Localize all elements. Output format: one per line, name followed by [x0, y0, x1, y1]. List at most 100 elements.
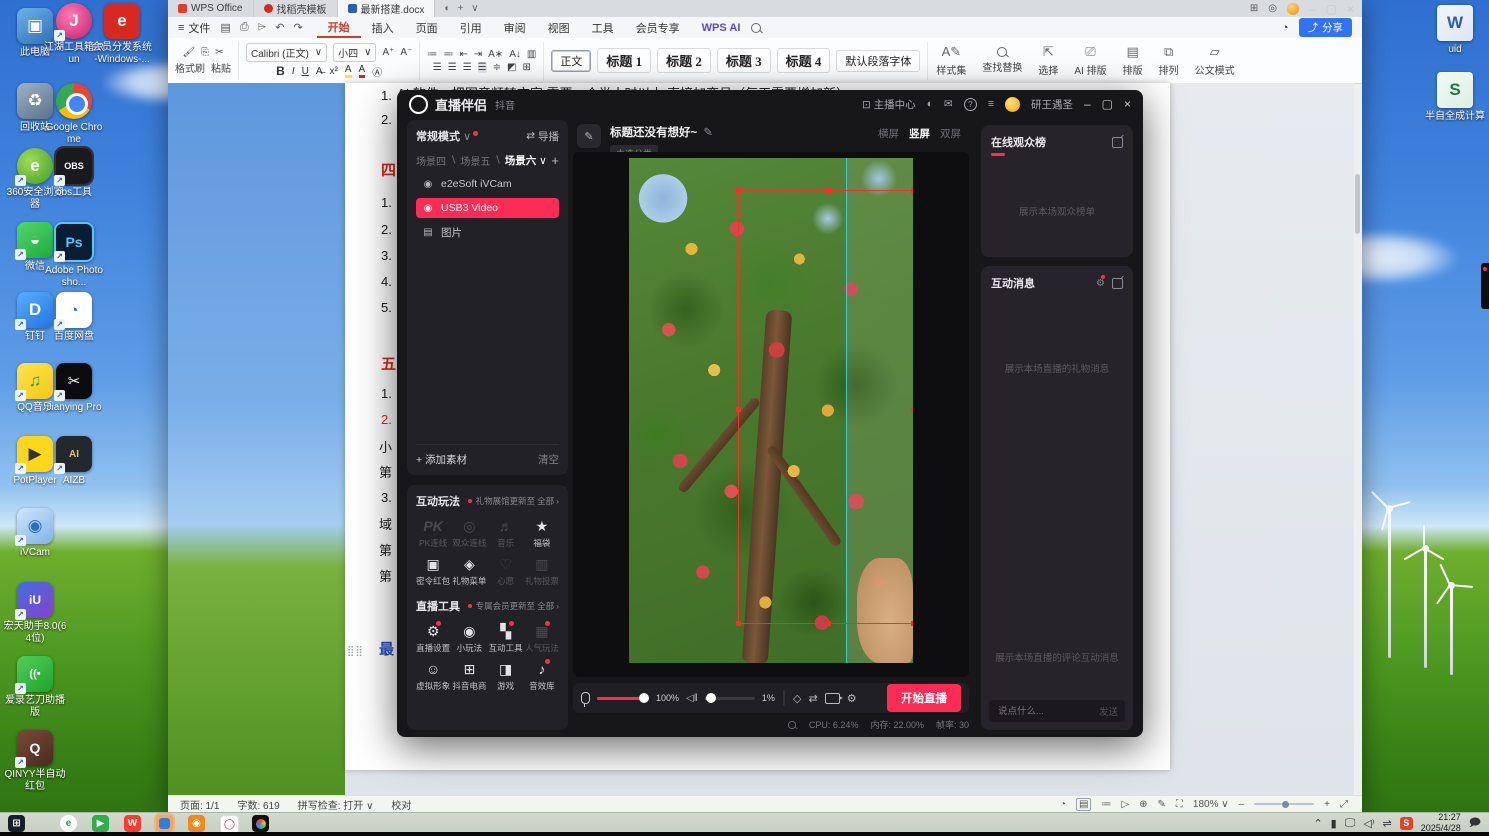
word-count[interactable]: 字数: 619: [237, 797, 279, 812]
tab-dual[interactable]: 双屏: [940, 126, 961, 141]
typeset-tool[interactable]: ▤ 排版: [1115, 44, 1151, 77]
proofread[interactable]: 校对: [391, 797, 411, 812]
beauty-icon[interactable]: ◇: [793, 692, 801, 705]
start-streaming-button[interactable]: 开始直播: [887, 684, 961, 712]
save-icon[interactable]: ▤: [220, 21, 230, 34]
mini-play-item[interactable]: ◉ 小玩法: [452, 623, 486, 654]
tab-list-caret[interactable]: ∨: [471, 3, 478, 14]
ribbon-tab-reference[interactable]: 引用: [449, 19, 493, 37]
border-icon[interactable]: ⊞: [522, 62, 530, 73]
fit-page-icon[interactable]: ⛶: [1176, 799, 1183, 810]
wish-item[interactable]: ♡ 心愿: [489, 556, 523, 587]
spellcheck-status[interactable]: 拼写检查: 打开 ∨: [298, 797, 374, 812]
taskbar-live-companion-focused[interactable]: [156, 815, 173, 832]
style-default-font[interactable]: 默认段落字体: [836, 49, 921, 72]
docked-panel-edge[interactable]: [1481, 263, 1489, 309]
taskbar-wps[interactable]: W: [124, 815, 141, 832]
taskbar-screen-recorder[interactable]: ▶: [92, 815, 109, 832]
settings-gear-icon[interactable]: ⚙: [847, 692, 857, 705]
official-doc-mode[interactable]: ▱ 公文模式: [1187, 44, 1243, 77]
print-icon[interactable]: ⎙: [240, 21, 249, 34]
layout-icon[interactable]: ⊞: [1250, 3, 1258, 14]
align-right-icon[interactable]: ☰: [463, 62, 472, 73]
arrange-tool[interactable]: ⧉ 排列: [1151, 44, 1187, 77]
user-avatar[interactable]: [1004, 96, 1020, 112]
add-material-button[interactable]: + 添加素材: [416, 452, 467, 467]
scrollbar-thumb[interactable]: [1355, 174, 1360, 234]
live-settings-item[interactable]: ⚙ 直播设置: [416, 621, 450, 654]
font-shrink-icon[interactable]: A⁻: [400, 47, 412, 58]
font-grow-icon[interactable]: A⁺: [382, 47, 394, 58]
search-icon[interactable]: [751, 22, 762, 33]
taskbar-media-app[interactable]: [252, 815, 269, 832]
pk-link-item[interactable]: PK PK连线: [416, 518, 450, 549]
ribbon-tab-insert[interactable]: 插入: [361, 19, 405, 37]
zoom-slider-knob[interactable]: [1281, 800, 1289, 808]
speaker-icon[interactable]: ◁‖: [686, 693, 698, 704]
interactive-tool-item[interactable]: ▚ 互动工具: [489, 621, 523, 654]
style-set-tool[interactable]: A✎ 样式集: [928, 44, 974, 77]
paragraph-drag-handle[interactable]: ⣿⣿: [347, 646, 364, 657]
doc-scrollbar[interactable]: [1354, 84, 1361, 794]
page-view-icon[interactable]: ▤: [1075, 797, 1092, 811]
tray-phone-icon[interactable]: ▮: [1331, 817, 1337, 830]
mode-select[interactable]: 常规模式 ∨: [416, 128, 471, 144]
line-spacing-icon[interactable]: ≑: [493, 62, 501, 73]
ribbon-tab-home[interactable]: 开始: [316, 18, 361, 38]
desktop-icon-baidu-netdisk[interactable]: ↗ ◔ 百度网盘: [44, 292, 104, 343]
taskbar-camera-app[interactable]: ◉: [188, 815, 205, 832]
scene-tab-5[interactable]: 场景五: [460, 153, 490, 168]
virtual-avatar-item[interactable]: ☺ 虚拟形象: [416, 661, 450, 692]
help-icon[interactable]: ?: [963, 97, 977, 111]
camera-preview[interactable]: [629, 158, 913, 663]
flip-icon[interactable]: ⇄: [809, 692, 818, 705]
strikethrough-icon[interactable]: A̶: [316, 66, 323, 77]
password-redpacket-item[interactable]: ▣ 密令红包: [416, 556, 450, 587]
close-button[interactable]: ×: [1347, 2, 1354, 16]
italic-button[interactable]: I: [292, 66, 295, 77]
desktop-icon-aizb[interactable]: ↗ AI AIZB: [44, 436, 104, 487]
desktop-icon-ivcam[interactable]: ↗ ◉ iVCam: [2, 508, 68, 559]
style-heading1[interactable]: 标题 1: [597, 48, 652, 73]
audience-link-item[interactable]: ◎ 观众连线: [452, 518, 486, 549]
edit-mode-icon[interactable]: ✎: [1158, 799, 1166, 810]
outdent-icon[interactable]: ⇤: [459, 49, 467, 60]
tray-sogou-icon[interactable]: S: [1399, 816, 1413, 830]
source-usb3-video-selected[interactable]: ◉ USB3 Video: [416, 198, 559, 218]
file-menu[interactable]: ≡ 文件: [168, 20, 220, 36]
tray-clock[interactable]: 21:27 2025/4/28: [1421, 812, 1461, 834]
tab-docer-template[interactable]: 找稻壳模板: [254, 0, 338, 17]
sort-icon[interactable]: A↓: [509, 49, 521, 60]
outline-view-icon[interactable]: ≔: [1101, 799, 1111, 810]
ribbon-tab-wps-ai[interactable]: WPS AI: [691, 21, 752, 35]
align-left-icon[interactable]: ☰: [433, 62, 442, 73]
style-normal[interactable]: 正文: [551, 49, 592, 72]
desktop-icon-photoshop[interactable]: ↗ Ps Adobe Photosho...: [44, 222, 104, 288]
desktop-icon-jianying[interactable]: ↗ ✂ Jianying Pro: [44, 363, 104, 414]
notification-center-icon[interactable]: 🗩: [1469, 814, 1481, 833]
menu-icon[interactable]: ≡: [988, 98, 994, 110]
paste-icon[interactable]: ⎘: [201, 47, 209, 58]
zoom-slider[interactable]: [1254, 800, 1315, 808]
tool-section-more[interactable]: 专属会员更新至 全部 ›: [467, 600, 559, 612]
zoom-out-button[interactable]: –: [1239, 799, 1245, 810]
play-view-icon[interactable]: ▷: [1121, 799, 1129, 810]
indent-icon[interactable]: ⇥: [474, 49, 482, 60]
anchor-center-link[interactable]: ⊡ 主播中心: [862, 97, 916, 112]
message-settings-gear-icon[interactable]: ⚙: [1096, 278, 1105, 289]
cut-icon[interactable]: ✂: [215, 47, 223, 58]
username[interactable]: 研王遇圣: [1031, 97, 1073, 112]
desktop-icon-xls-doc[interactable]: S 半自全成计算: [1424, 72, 1486, 123]
sound-library-item[interactable]: ♪ 音效库: [525, 659, 559, 692]
scene-tab-6-active[interactable]: 场景六 ∨: [505, 153, 547, 168]
play-section-more[interactable]: 礼物展馆更新至 全部 ›: [467, 495, 559, 507]
tab-wps-office[interactable]: WPS Office: [168, 0, 254, 17]
share-button[interactable]: ⤴ 分享: [1298, 18, 1352, 37]
add-scene-button[interactable]: +: [551, 153, 559, 168]
avatar[interactable]: [1286, 2, 1299, 15]
tray-volume-icon[interactable]: ◁⁾: [1363, 817, 1374, 830]
speaker-volume-slider[interactable]: [704, 693, 755, 703]
desktop-icon-hongtian[interactable]: ↗ iU 宏天助手8.0(64位): [2, 582, 68, 644]
redo-icon[interactable]: ↷: [293, 21, 302, 34]
edit-icon[interactable]: ✎: [703, 125, 713, 139]
